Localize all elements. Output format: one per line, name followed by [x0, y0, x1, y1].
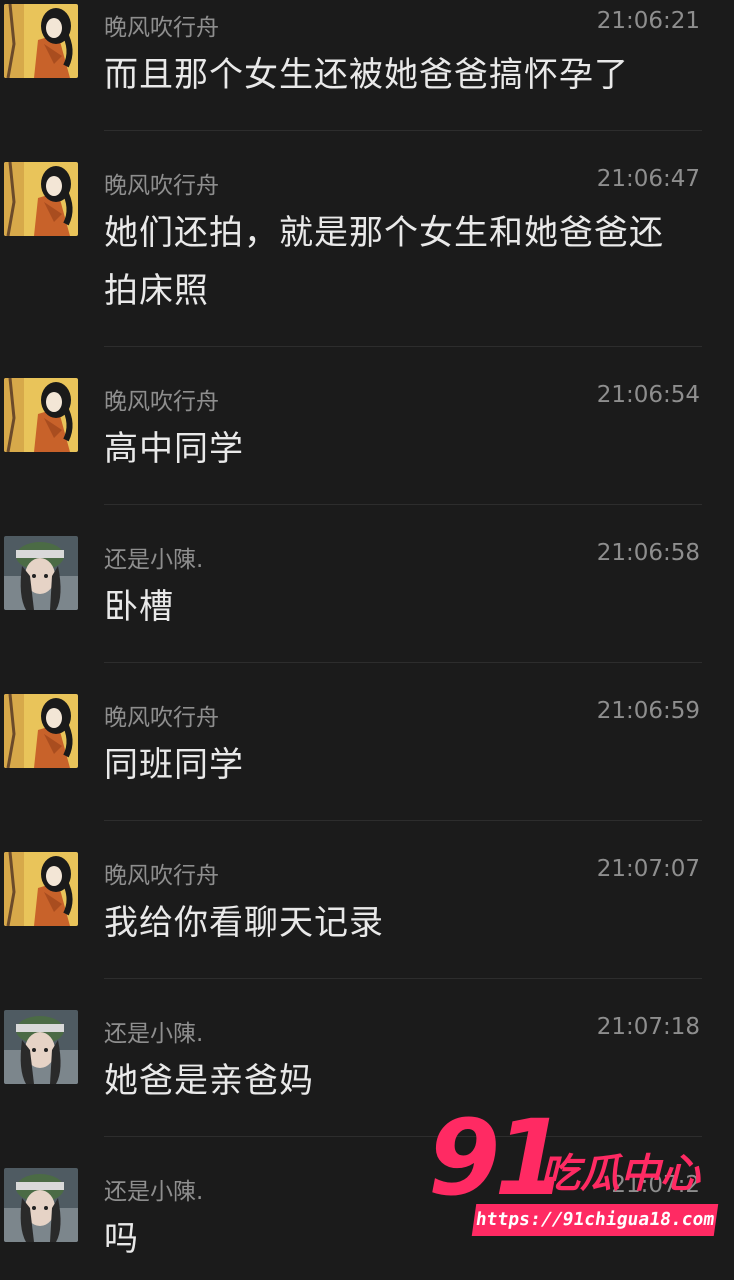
message-text: 我给你看聊天记录 [104, 903, 384, 943]
chat-message-list: 晚风吹行舟 21:06:21 而且那个女生还被她爸爸搞怀孕了 晚风吹行舟 21:… [0, 0, 734, 1280]
divider [104, 346, 702, 347]
divider [104, 978, 702, 979]
sender-name: 晚风吹行舟 [104, 15, 219, 41]
avatar[interactable] [4, 162, 78, 236]
divider [104, 504, 702, 505]
avatar[interactable] [4, 1010, 78, 1084]
cartoon-avatar-icon [4, 694, 78, 768]
watermark-url: https://91chigua18.com [471, 1204, 719, 1236]
cartoon-avatar-icon [4, 852, 78, 926]
avatar[interactable] [4, 4, 78, 78]
message-text: 她爸是亲爸妈 [104, 1061, 314, 1101]
divider [104, 1136, 702, 1137]
sender-name: 晚风吹行舟 [104, 863, 219, 889]
photo-avatar-icon [4, 1168, 78, 1242]
sender-name: 晚风吹行舟 [104, 705, 219, 731]
message-time: 21:07:18 [596, 1014, 700, 1040]
avatar[interactable] [4, 378, 78, 452]
sender-name: 还是小陳. [104, 547, 204, 573]
divider [104, 130, 702, 131]
photo-avatar-icon [4, 1010, 78, 1084]
message-time: 21:06:47 [596, 166, 700, 192]
message-time: 21:06:54 [596, 382, 700, 408]
divider [104, 820, 702, 821]
sender-name: 还是小陳. [104, 1179, 204, 1205]
message-text: 同班同学 [104, 745, 244, 785]
cartoon-avatar-icon [4, 162, 78, 236]
sender-name: 还是小陳. [104, 1021, 204, 1047]
avatar[interactable] [4, 1168, 78, 1242]
cartoon-avatar-icon [4, 4, 78, 78]
message-time: 21:06:59 [596, 698, 700, 724]
sender-name: 晚风吹行舟 [104, 173, 219, 199]
message-time: 21:06:21 [596, 8, 700, 34]
watermark-brand: 吃瓜中心 [540, 1151, 700, 1197]
avatar[interactable] [4, 694, 78, 768]
cartoon-avatar-icon [4, 378, 78, 452]
message-text: 她们还拍，就是那个女生和她爸爸还拍床照 [104, 213, 664, 311]
message-time: 21:06:58 [596, 540, 700, 566]
avatar[interactable] [4, 852, 78, 926]
message-text: 高中同学 [104, 429, 244, 469]
message-text: 而且那个女生还被她爸爸搞怀孕了 [104, 55, 629, 95]
sender-name: 晚风吹行舟 [104, 389, 219, 415]
divider [104, 662, 702, 663]
avatar[interactable] [4, 536, 78, 610]
photo-avatar-icon [4, 536, 78, 610]
message-text: 卧槽 [104, 587, 174, 627]
message-time: 21:07:07 [596, 856, 700, 882]
